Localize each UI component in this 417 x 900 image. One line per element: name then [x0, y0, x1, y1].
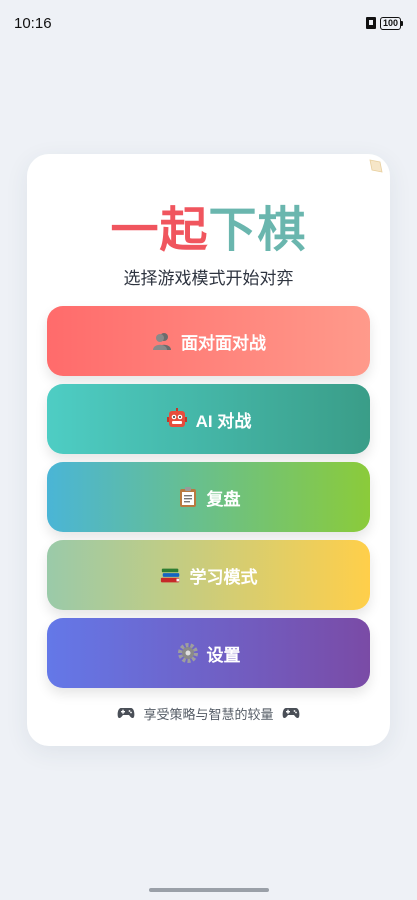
- battery-level: 100: [379, 16, 401, 30]
- learning-mode-button[interactable]: 学习模式: [47, 540, 370, 610]
- home-indicator[interactable]: [148, 888, 269, 892]
- gamepad-icon: [280, 702, 302, 724]
- footer-tagline: 享受策略与智慧的较量: [27, 702, 390, 724]
- app-title: 一起下棋: [27, 190, 390, 260]
- books-icon: [160, 564, 182, 586]
- settings-label: 设置: [206, 645, 241, 665]
- app-title-part2: 下棋: [208, 202, 307, 258]
- sim-card-icon: [365, 17, 376, 29]
- ai-battle-label: AI 对战: [195, 411, 252, 431]
- main-card: 一起下棋 选择游戏模式开始对弈 面对面对战 AI 对战 复盘 学习模式 设置 享…: [27, 154, 390, 746]
- status-time: 10:16: [14, 14, 52, 32]
- learning-mode-label: 学习模式: [189, 567, 258, 587]
- gamepad-icon: [115, 702, 137, 724]
- gear-icon: [177, 642, 199, 664]
- app-title-part1: 一起: [110, 202, 209, 258]
- battery-icon: 100: [379, 16, 403, 30]
- review-button[interactable]: 复盘: [47, 462, 370, 532]
- menu: 面对面对战 AI 对战 复盘 学习模式 设置: [47, 306, 370, 688]
- face-to-face-button[interactable]: 面对面对战: [47, 306, 370, 376]
- face-to-face-label: 面对面对战: [181, 333, 266, 353]
- review-label: 复盘: [206, 489, 241, 509]
- ai-battle-button[interactable]: AI 对战: [47, 384, 370, 454]
- footer-text: 享受策略与智慧的较量: [143, 707, 274, 723]
- corner-page-icon: [369, 159, 383, 173]
- people-silhouette-icon: [151, 330, 173, 352]
- settings-button[interactable]: 设置: [47, 618, 370, 688]
- robot-icon: [166, 408, 188, 430]
- clipboard-icon: [177, 486, 199, 508]
- status-icons: 100: [365, 16, 403, 30]
- status-bar: 10:16 100: [0, 0, 417, 46]
- subtitle: 选择游戏模式开始对弈: [123, 269, 294, 289]
